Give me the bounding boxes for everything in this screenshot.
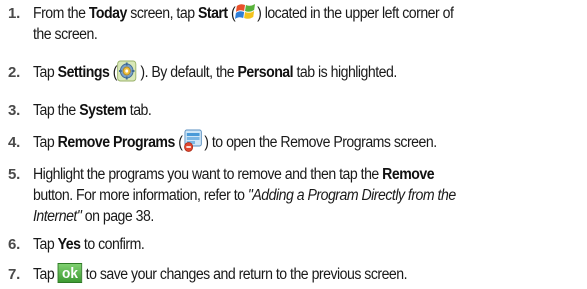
text-run: button. For more information, refer to xyxy=(33,187,248,204)
step-number: 7. xyxy=(8,266,21,283)
cross-reference: Internet" xyxy=(33,208,82,225)
text-run: ). By default, the xyxy=(136,64,238,81)
text-run: tab. xyxy=(126,102,152,119)
text-run: ) to open the Remove Programs screen. xyxy=(204,134,437,151)
step-number: 2. xyxy=(8,64,21,81)
text-run: on page 38. xyxy=(81,208,155,225)
remove-label: Remove xyxy=(382,166,435,183)
today-label: Today xyxy=(88,5,127,22)
step-text: Tap Settings ( ). By default, the Person… xyxy=(33,60,535,83)
system-label: System xyxy=(79,102,127,119)
settings-gear-icon xyxy=(117,60,137,82)
text-run: Tap xyxy=(33,64,58,81)
step-number: 4. xyxy=(8,134,21,151)
text-run: ( xyxy=(227,5,236,22)
instruction-page: 1. From the Today screen, tap Start ( ) … xyxy=(0,0,587,289)
ok-button-icon: ok xyxy=(57,263,83,284)
windows-start-icon xyxy=(235,2,257,22)
step-text: Tap ok to save your changes and return t… xyxy=(33,263,535,285)
cross-reference: "Adding a Program Directly from the xyxy=(247,187,456,204)
text-run: to save your changes and return to the p… xyxy=(82,266,408,283)
step-number: 5. xyxy=(8,166,21,183)
step-text: Highlight the programs you want to remov… xyxy=(33,164,535,227)
step-text: From the Today screen, tap Start ( ) loc… xyxy=(33,3,535,45)
text-run: to confirm. xyxy=(80,236,145,253)
text-run: ( xyxy=(174,134,183,151)
text-line: button. For more information, refer to "… xyxy=(33,185,535,206)
settings-label: Settings xyxy=(57,64,110,81)
text-run: tab is highlighted. xyxy=(293,64,397,81)
text-run: From the xyxy=(33,5,89,22)
step-text: Tap Remove Programs ( ) to open the Remo… xyxy=(33,129,535,153)
step-number: 1. xyxy=(8,5,21,22)
text-run: Highlight the programs you want to remov… xyxy=(33,166,383,183)
text-run: the screen. xyxy=(33,26,98,43)
step-text: Tap the System tab. xyxy=(33,100,535,121)
text-run: Tap xyxy=(33,236,58,253)
text-run: Tap xyxy=(33,266,58,283)
text-line: Internet" on page 38. xyxy=(33,206,535,227)
step-number: 6. xyxy=(8,236,21,253)
remove-programs-icon xyxy=(182,128,204,153)
yes-label: Yes xyxy=(57,236,81,253)
text-run: screen, tap xyxy=(126,5,198,22)
text-run: Tap the xyxy=(33,102,80,119)
start-label: Start xyxy=(197,5,228,22)
remove-programs-label: Remove Programs xyxy=(57,134,176,151)
step-number: 3. xyxy=(8,102,21,119)
text-run: Tap xyxy=(33,134,58,151)
text-run: ) located in the upper left corner of xyxy=(257,5,454,22)
step-text: Tap Yes to confirm. xyxy=(33,234,535,255)
personal-label: Personal xyxy=(237,64,294,81)
text-run: ( xyxy=(109,64,118,81)
